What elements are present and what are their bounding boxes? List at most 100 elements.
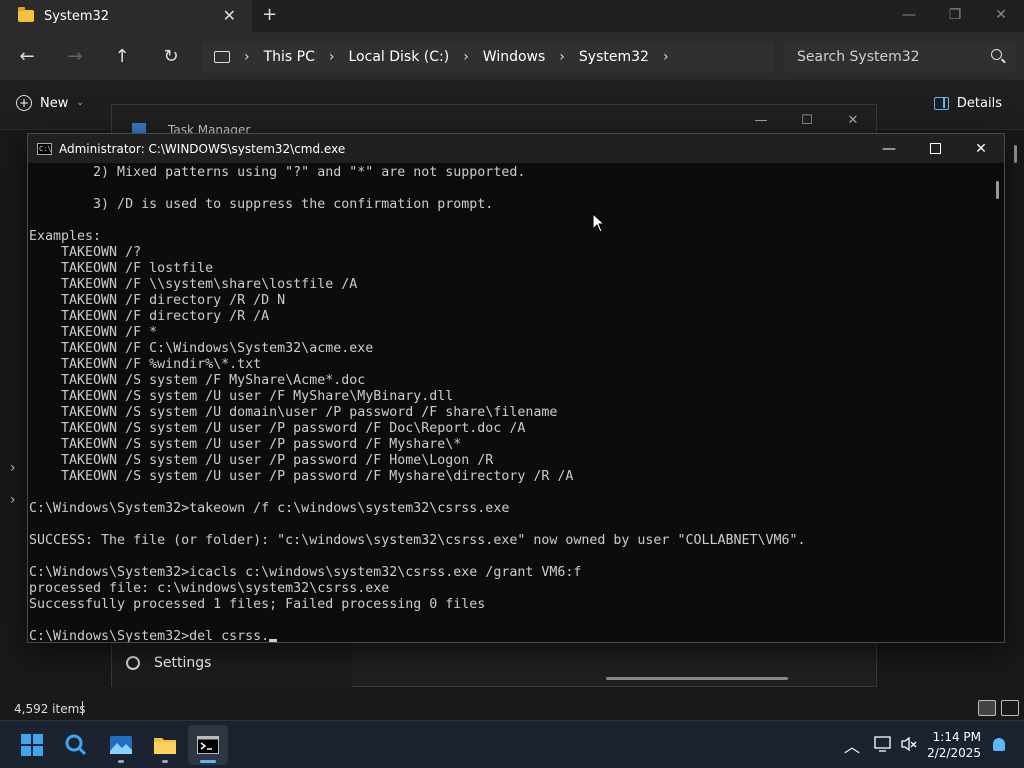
cmd-titlebar: C:\ Administrator: C:\WINDOWS\system32\c…: [28, 134, 1004, 163]
explorer-tab[interactable]: System32 ✕: [0, 0, 252, 32]
breadcrumb-local-disk[interactable]: Local Disk (C:): [349, 49, 450, 65]
new-tab-icon[interactable]: +: [262, 4, 277, 25]
up-arrow-icon[interactable]: ↑: [110, 44, 134, 68]
search-placeholder: Search System32: [797, 49, 920, 65]
status-bar: 4,592 items: [0, 698, 1024, 720]
console-line: C:\Windows\System32>takeown /f c:\window…: [29, 501, 510, 516]
console-line: TAKEOWN /F lostfile: [29, 261, 214, 276]
divider: [82, 701, 83, 715]
console-line: TAKEOWN /F C:\Windows\System32\acme.exe: [29, 341, 374, 356]
scrollbar[interactable]: [1014, 145, 1017, 163]
active-indicator: [200, 760, 216, 763]
settings-label: Settings: [154, 655, 212, 671]
console-line: Successfully processed 1 files; Failed p…: [29, 597, 486, 612]
restore-icon[interactable]: ❐: [932, 0, 978, 30]
minimize-icon[interactable]: —: [886, 0, 932, 30]
mouse-pointer-icon: [592, 213, 606, 233]
breadcrumb-this-pc[interactable]: This PC: [264, 49, 315, 65]
console-line: TAKEOWN /F directory /R /D N: [29, 293, 286, 308]
console-line: TAKEOWN /S system /U user /P password /F…: [29, 453, 494, 468]
address-bar[interactable]: › This PC › Local Disk (C:) › Windows › …: [202, 41, 774, 73]
settings-button[interactable]: Settings: [126, 655, 211, 671]
chevron-right-icon[interactable]: ›: [10, 492, 16, 508]
horizontal-scrollbar[interactable]: [606, 677, 788, 680]
chevron-right-icon[interactable]: ›: [663, 49, 669, 65]
notification-bell-icon[interactable]: [993, 738, 1005, 751]
chevron-right-icon[interactable]: ›: [463, 49, 469, 65]
close-icon[interactable]: ✕: [978, 0, 1024, 30]
minimize-icon[interactable]: —: [866, 134, 912, 163]
details-view-icon[interactable]: [978, 700, 996, 716]
volume-muted-icon[interactable]: [900, 735, 918, 753]
console-line: TAKEOWN /S system /U user /P password /F…: [29, 469, 574, 484]
minimize-icon[interactable]: —: [738, 109, 784, 131]
console-line: C:\Windows\System32>icacls c:\windows\sy…: [29, 565, 582, 580]
maximize-icon[interactable]: ☐: [784, 109, 830, 131]
console-line: TAKEOWN /?: [29, 245, 142, 260]
taskbar-app-cmd[interactable]: [188, 725, 228, 765]
console-line: TAKEOWN /F %windir%\*.txt: [29, 357, 262, 372]
taskbar-app-photos[interactable]: [101, 725, 141, 765]
console-line: SUCCESS: The file (or folder): "c:\windo…: [29, 533, 806, 548]
forward-arrow-icon[interactable]: →: [63, 44, 87, 68]
details-pane-icon: [933, 97, 949, 110]
console-line: 2) Mixed patterns using "?" and "*" are …: [29, 165, 526, 180]
chevron-right-icon[interactable]: ›: [244, 49, 250, 65]
console-line: TAKEOWN /S system /U domain\user /P pass…: [29, 405, 558, 420]
back-arrow-icon[interactable]: ←: [15, 44, 39, 68]
taskbar: ︿ 1:14 PM 2/2/2025: [0, 720, 1024, 768]
console-line: TAKEOWN /F *: [29, 325, 158, 340]
windows-logo-icon: [21, 734, 43, 756]
chevron-right-icon[interactable]: ›: [559, 49, 565, 65]
console-line: TAKEOWN /S system /F MyShare\Acme*.doc: [29, 373, 366, 388]
search-input[interactable]: Search System32: [784, 41, 1016, 73]
console-line: Examples:: [29, 229, 102, 244]
close-icon[interactable]: ✕: [958, 134, 1004, 163]
start-button[interactable]: [12, 725, 52, 765]
gear-icon: [126, 656, 140, 670]
network-icon[interactable]: [874, 735, 892, 753]
console-line: TAKEOWN /F \\system\share\lostfile /A: [29, 277, 358, 292]
console-line: processed file: c:\windows\system32\csrs…: [29, 581, 390, 596]
refresh-icon[interactable]: ↻: [159, 44, 183, 68]
maximize-icon[interactable]: [912, 134, 958, 163]
chevron-right-icon[interactable]: ›: [10, 460, 16, 476]
scrollbar-thumb[interactable]: [996, 181, 999, 199]
close-icon[interactable]: ✕: [830, 109, 876, 131]
details-label: Details: [956, 96, 1002, 111]
chevron-up-icon[interactable]: ︿: [844, 733, 860, 757]
console-scrollbar[interactable]: [990, 163, 1004, 642]
text-cursor: [269, 639, 278, 642]
details-button[interactable]: Details: [933, 96, 1002, 111]
close-tab-icon[interactable]: ✕: [223, 6, 236, 25]
folder-icon: [154, 738, 176, 754]
folder-icon: [18, 7, 34, 22]
terminal-icon: [197, 736, 219, 754]
breadcrumb-system32[interactable]: System32: [579, 49, 649, 65]
pc-icon: [214, 51, 230, 63]
new-label: New: [40, 95, 69, 111]
console-line: 3) /D is used to suppress the confirmati…: [29, 197, 494, 212]
running-indicator: [118, 760, 124, 763]
photos-icon: [110, 736, 132, 754]
breadcrumb-windows[interactable]: Windows: [483, 49, 546, 65]
new-button[interactable]: + New ⌄: [16, 95, 84, 111]
search-taskbar-button[interactable]: [56, 725, 96, 765]
search-icon: [991, 49, 1002, 60]
tiles-view-icon[interactable]: [1001, 700, 1019, 716]
console-input-line[interactable]: C:\Windows\System32>del csrss.: [29, 629, 994, 642]
cmd-window: C:\ Administrator: C:\WINDOWS\system32\c…: [27, 133, 1005, 643]
system-clock[interactable]: 1:14 PM 2/2/2025: [927, 729, 981, 761]
explorer-titlebar: System32 ✕ + — ❐ ✕: [0, 0, 1024, 32]
taskbar-app-file-explorer[interactable]: [145, 725, 185, 765]
chevron-right-icon[interactable]: ›: [329, 49, 335, 65]
console-output[interactable]: 2) Mixed patterns using "?" and "*" are …: [28, 163, 994, 642]
console-line: TAKEOWN /S system /U user /F MyShare\MyB…: [29, 389, 454, 404]
plus-icon: +: [16, 95, 32, 111]
